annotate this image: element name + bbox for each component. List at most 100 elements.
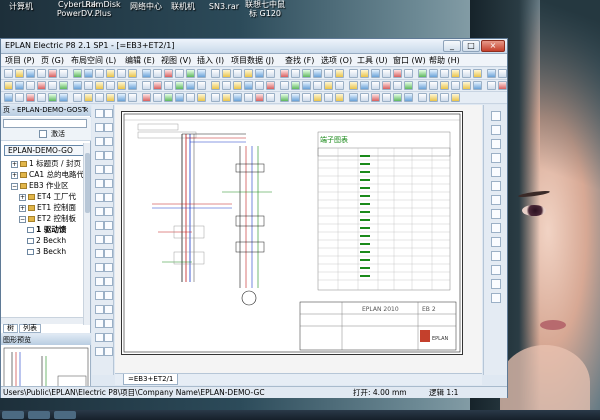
drawing-tool-icon[interactable] — [104, 319, 113, 328]
connection-symbol-icon[interactable] — [491, 125, 501, 135]
toolbar-button-icon[interactable] — [175, 81, 184, 90]
toolbar-button-icon[interactable] — [371, 81, 380, 90]
connection-symbol-icon[interactable] — [491, 279, 501, 289]
toolbar-button-icon[interactable] — [128, 93, 137, 102]
connection-symbol-icon[interactable] — [491, 167, 501, 177]
toolbar-button-icon[interactable] — [37, 69, 46, 78]
drawing-tool-icon[interactable] — [104, 333, 113, 342]
document-tab[interactable]: =EB3+ET2/1 — [123, 374, 179, 385]
toolbar-button-icon[interactable] — [393, 93, 402, 102]
menu-help[interactable]: 帮助 (H) — [429, 55, 460, 66]
drawing-tool-icon[interactable] — [95, 235, 104, 244]
toolbar-button-icon[interactable] — [84, 93, 93, 102]
toolbar-button-icon[interactable] — [222, 69, 231, 78]
minimize-button[interactable]: _ — [443, 40, 461, 52]
toolbar-button-icon[interactable] — [26, 69, 35, 78]
drawing-tool-icon[interactable] — [95, 319, 104, 328]
menu-tools[interactable]: 工具 (U) — [357, 55, 388, 66]
toolbar-button-icon[interactable] — [349, 69, 358, 78]
toolbar-button-icon[interactable] — [244, 69, 253, 78]
toolbar-button-icon[interactable] — [462, 81, 471, 90]
drawing-tool-icon[interactable] — [95, 137, 104, 146]
drawing-tool-icon[interactable] — [95, 123, 104, 132]
toolbar-button-icon[interactable] — [222, 81, 231, 90]
toolbar-button-icon[interactable] — [255, 93, 264, 102]
drawing-tool-icon[interactable] — [104, 347, 113, 356]
toolbar-button-icon[interactable] — [280, 81, 289, 90]
toolbar-button-icon[interactable] — [15, 93, 24, 102]
menu-window[interactable]: 窗口 (W) — [393, 55, 426, 66]
menu-find[interactable]: 查找 (F) — [285, 55, 314, 66]
toolbar-button-icon[interactable] — [302, 81, 311, 90]
toolbar-button-icon[interactable] — [211, 81, 220, 90]
toolbar-button-icon[interactable] — [266, 69, 275, 78]
menu-project[interactable]: 项目 (P) — [5, 55, 35, 66]
connection-symbol-icon[interactable] — [491, 139, 501, 149]
drawing-tool-icon[interactable] — [95, 277, 104, 286]
toolbar-button-icon[interactable] — [37, 93, 46, 102]
toolbar-button-icon[interactable] — [255, 69, 264, 78]
toolbar-button-icon[interactable] — [487, 81, 496, 90]
toolbar-button-icon[interactable] — [313, 69, 322, 78]
drawing-tool-icon[interactable] — [95, 151, 104, 160]
toolbar-button-icon[interactable] — [335, 69, 344, 78]
tree-item[interactable]: + CA1 总的电路代 — [11, 170, 83, 180]
drawing-tool-icon[interactable] — [104, 151, 113, 160]
toolbar-button-icon[interactable] — [128, 81, 137, 90]
toolbar-button-icon[interactable] — [153, 69, 162, 78]
toolbar-button-icon[interactable] — [266, 93, 275, 102]
drawing-tool-icon[interactable] — [104, 123, 113, 132]
toolbar-button-icon[interactable] — [440, 81, 449, 90]
start-button[interactable] — [2, 411, 24, 419]
toolbar-button-icon[interactable] — [106, 69, 115, 78]
toolbar-button-icon[interactable] — [48, 69, 57, 78]
toolbar-button-icon[interactable] — [233, 93, 242, 102]
toolbar-button-icon[interactable] — [291, 69, 300, 78]
toolbar-button-icon[interactable] — [280, 93, 289, 102]
toolbar-button-icon[interactable] — [393, 81, 402, 90]
menu-view[interactable]: 视图 (V) — [161, 55, 191, 66]
toolbar-button-icon[interactable] — [164, 69, 173, 78]
tree-item[interactable]: +1 标题页 / 封页 — [11, 159, 81, 169]
tree-item[interactable]: − EB3 作业区 — [11, 181, 69, 191]
scrollbar-thumb[interactable] — [85, 153, 90, 213]
maximize-button[interactable]: □ — [462, 40, 480, 52]
tab-tree[interactable]: 树 — [3, 324, 18, 333]
menu-options[interactable]: 选项 (O) — [321, 55, 352, 66]
toolbar-button-icon[interactable] — [164, 93, 173, 102]
drawing-tool-icon[interactable] — [104, 305, 113, 314]
toolbar-button-icon[interactable] — [349, 93, 358, 102]
drawing-tool-icon[interactable] — [95, 249, 104, 258]
taskbar-ie-button[interactable] — [28, 411, 50, 419]
toolbar-button-icon[interactable] — [429, 69, 438, 78]
drawing-tool-icon[interactable] — [95, 179, 104, 188]
tab-list[interactable]: 列表 — [19, 324, 41, 333]
drawing-tool-icon[interactable] — [104, 249, 113, 258]
tree-expander-icon[interactable]: − — [19, 215, 26, 223]
toolbar-button-icon[interactable] — [175, 93, 184, 102]
toolbar-button-icon[interactable] — [393, 69, 402, 78]
toolbar-button-icon[interactable] — [404, 81, 413, 90]
toolbar-button-icon[interactable] — [26, 93, 35, 102]
drawing-tool-icon[interactable] — [95, 165, 104, 174]
toolbar-button-icon[interactable] — [313, 93, 322, 102]
tree-vertical-scrollbar[interactable] — [83, 143, 90, 325]
drawing-tool-icon[interactable] — [95, 193, 104, 202]
toolbar-button-icon[interactable] — [451, 81, 460, 90]
toolbar-button-icon[interactable] — [153, 81, 162, 90]
toolbar-button-icon[interactable] — [473, 81, 482, 90]
drawing-tool-icon[interactable] — [104, 291, 113, 300]
toolbar-button-icon[interactable] — [360, 81, 369, 90]
toolbar-button-icon[interactable] — [291, 81, 300, 90]
toolbar-button-icon[interactable] — [429, 93, 438, 102]
toolbar-button-icon[interactable] — [418, 81, 427, 90]
connection-symbol-icon[interactable] — [491, 195, 501, 205]
taskbar-eplan-button[interactable] — [54, 411, 76, 419]
toolbar-button-icon[interactable] — [291, 93, 300, 102]
connection-symbol-icon[interactable] — [491, 209, 501, 219]
toolbar-button-icon[interactable] — [117, 81, 126, 90]
toolbar-button-icon[interactable] — [73, 81, 82, 90]
drawing-tool-icon[interactable] — [95, 221, 104, 230]
toolbar-button-icon[interactable] — [186, 69, 195, 78]
drawing-tool-icon[interactable] — [95, 291, 104, 300]
